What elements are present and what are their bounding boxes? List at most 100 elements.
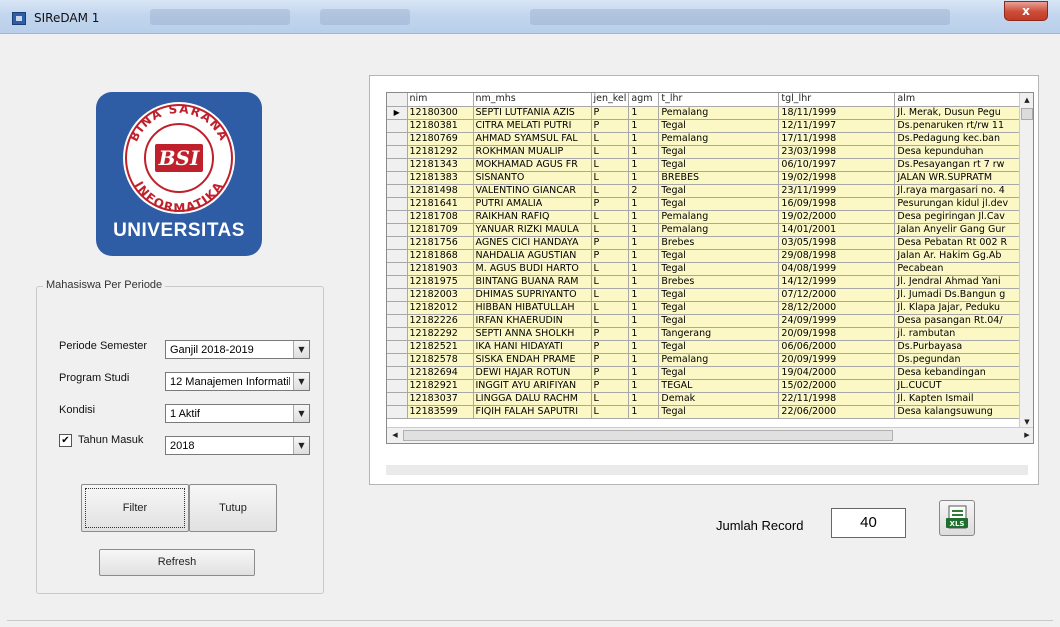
- row-indicator[interactable]: [387, 132, 408, 146]
- table-cell[interactable]: L: [591, 392, 630, 406]
- table-cell[interactable]: 1: [628, 366, 660, 380]
- table-cell[interactable]: FIQIH FALAH SAPUTRI: [473, 405, 592, 419]
- table-cell[interactable]: 06/06/2000: [778, 340, 896, 354]
- table-cell[interactable]: Tegal: [658, 262, 780, 276]
- table-cell[interactable]: Pecabean: [894, 262, 1026, 276]
- column-header-jen-kel[interactable]: jen_kel: [591, 93, 630, 107]
- table-cell[interactable]: Brebes: [658, 236, 780, 250]
- table-row[interactable]: 12180769 AHMAD SYAMSUL FAL L 1 Pemalang 17/11…: [387, 132, 1026, 146]
- column-header-nim[interactable]: nim: [407, 93, 474, 107]
- table-cell[interactable]: 1: [628, 314, 660, 328]
- table-cell[interactable]: Tegal: [658, 301, 780, 315]
- table-cell[interactable]: 12183037: [407, 392, 474, 406]
- table-cell[interactable]: Pemalang: [658, 223, 780, 237]
- table-cell[interactable]: Tegal: [658, 366, 780, 380]
- table-cell[interactable]: 16/09/1998: [778, 197, 896, 211]
- table-cell[interactable]: P: [591, 236, 630, 250]
- table-cell[interactable]: 1: [628, 249, 660, 263]
- table-row[interactable]: 12181975 BINTANG BUANA RAM L 1 Brebes 14/12/1…: [387, 275, 1026, 289]
- table-cell[interactable]: P: [591, 249, 630, 263]
- table-row[interactable]: 12180381 CITRA MELATI PUTRI P 1 Tegal 12/11/1…: [387, 119, 1026, 133]
- table-cell[interactable]: Pemalang: [658, 132, 780, 146]
- table-cell[interactable]: L: [591, 301, 630, 315]
- table-cell[interactable]: 1: [628, 171, 660, 185]
- table-cell[interactable]: P: [591, 119, 630, 133]
- table-cell[interactable]: Jl. Klapa Jajar, Peduku: [894, 301, 1026, 315]
- row-indicator[interactable]: [387, 366, 408, 380]
- table-cell[interactable]: 20/09/1999: [778, 353, 896, 367]
- table-cell[interactable]: 23/03/1998: [778, 145, 896, 159]
- table-cell[interactable]: Jl. Merak, Dusun Pegu: [894, 106, 1026, 120]
- table-cell[interactable]: 12181975: [407, 275, 474, 289]
- table-cell[interactable]: Desa pasangan Rt.04/: [894, 314, 1026, 328]
- table-cell[interactable]: L: [591, 210, 630, 224]
- current-row-indicator[interactable]: ▶: [387, 106, 408, 120]
- table-row[interactable]: 12181709 YANUAR RIZKI MAULA L 1 Pemalang 14/0…: [387, 223, 1026, 237]
- table-cell[interactable]: IKA HANI HIDAYATI: [473, 340, 592, 354]
- table-cell[interactable]: Pemalang: [658, 210, 780, 224]
- table-cell[interactable]: Tegal: [658, 197, 780, 211]
- table-cell[interactable]: 29/08/1998: [778, 249, 896, 263]
- table-cell[interactable]: IRFAN KHAERUDIN: [473, 314, 592, 328]
- table-cell[interactable]: 1: [628, 210, 660, 224]
- table-cell[interactable]: L: [591, 132, 630, 146]
- table-cell[interactable]: 1: [628, 327, 660, 341]
- table-cell[interactable]: P: [591, 197, 630, 211]
- table-cell[interactable]: Desa Pebatan Rt 002 R: [894, 236, 1026, 250]
- table-cell[interactable]: SEPTI LUTFANIA AZIS: [473, 106, 592, 120]
- row-indicator[interactable]: [387, 353, 408, 367]
- table-cell[interactable]: JALAN WR.SUPRATM: [894, 171, 1026, 185]
- table-cell[interactable]: 12180300: [407, 106, 474, 120]
- table-cell[interactable]: 03/05/1998: [778, 236, 896, 250]
- table-cell[interactable]: L: [591, 288, 630, 302]
- table-cell[interactable]: 12180381: [407, 119, 474, 133]
- table-cell[interactable]: 12182521: [407, 340, 474, 354]
- close-button[interactable]: x: [1004, 1, 1048, 21]
- table-cell[interactable]: Tegal: [658, 340, 780, 354]
- table-cell[interactable]: Jalan Anyelir Gang Gur: [894, 223, 1026, 237]
- table-cell[interactable]: Pesurungan kidul jl.dev: [894, 197, 1026, 211]
- chevron-down-icon[interactable]: ▼: [293, 437, 309, 454]
- column-header-t-lhr[interactable]: t_lhr: [658, 93, 780, 107]
- table-cell[interactable]: Desa kepunduhan: [894, 145, 1026, 159]
- table-cell[interactable]: P: [591, 106, 630, 120]
- table-cell[interactable]: 12181903: [407, 262, 474, 276]
- table-row[interactable]: 12182292 SEPTI ANNA SHOLKH P 1 Tangerang 20/0…: [387, 327, 1026, 341]
- table-row[interactable]: ▶ 12180300 SEPTI LUTFANIA AZIS P 1 Pemalang 18…: [387, 106, 1026, 120]
- table-cell[interactable]: 12182578: [407, 353, 474, 367]
- table-cell[interactable]: 12181343: [407, 158, 474, 172]
- table-cell[interactable]: Jl. Jendral Ahmad Yani: [894, 275, 1026, 289]
- table-row[interactable]: 12183599 FIQIH FALAH SAPUTRI L 1 Tegal 22/06/…: [387, 405, 1026, 419]
- table-cell[interactable]: Tegal: [658, 184, 780, 198]
- row-indicator[interactable]: [387, 184, 408, 198]
- table-cell[interactable]: 1: [628, 405, 660, 419]
- table-cell[interactable]: Demak: [658, 392, 780, 406]
- tahun-masuk-checkbox[interactable]: ✔: [59, 434, 72, 447]
- table-cell[interactable]: CITRA MELATI PUTRI: [473, 119, 592, 133]
- table-row[interactable]: 12181903 M. AGUS BUDI HARTO L 1 Tegal 04/08/1…: [387, 262, 1026, 276]
- vertical-scroll-thumb[interactable]: [1021, 108, 1033, 120]
- row-indicator[interactable]: [387, 392, 408, 406]
- table-cell[interactable]: L: [591, 405, 630, 419]
- table-cell[interactable]: VALENTINO GIANCAR: [473, 184, 592, 198]
- table-cell[interactable]: L: [591, 262, 630, 276]
- table-cell[interactable]: 07/12/2000: [778, 288, 896, 302]
- table-cell[interactable]: HIBBAN HIBATULLAH: [473, 301, 592, 315]
- row-indicator[interactable]: [387, 158, 408, 172]
- table-cell[interactable]: P: [591, 379, 630, 393]
- table-cell[interactable]: L: [591, 275, 630, 289]
- table-cell[interactable]: 23/11/1999: [778, 184, 896, 198]
- table-cell[interactable]: 1: [628, 158, 660, 172]
- table-cell[interactable]: 04/08/1999: [778, 262, 896, 276]
- table-cell[interactable]: 12183599: [407, 405, 474, 419]
- table-row[interactable]: 12182921 INGGIT AYU ARIFIYAN P 1 TEGAL 15/02/…: [387, 379, 1026, 393]
- table-cell[interactable]: 2: [628, 184, 660, 198]
- row-indicator[interactable]: [387, 379, 408, 393]
- table-cell[interactable]: JL.CUCUT: [894, 379, 1026, 393]
- table-cell[interactable]: 1: [628, 236, 660, 250]
- table-cell[interactable]: 12182292: [407, 327, 474, 341]
- table-cell[interactable]: PUTRI AMALIA: [473, 197, 592, 211]
- table-cell[interactable]: 1: [628, 392, 660, 406]
- table-row[interactable]: 12181868 NAHDALIA AGUSTIAN P 1 Tegal 29/08/19…: [387, 249, 1026, 263]
- refresh-button[interactable]: Refresh: [99, 549, 255, 576]
